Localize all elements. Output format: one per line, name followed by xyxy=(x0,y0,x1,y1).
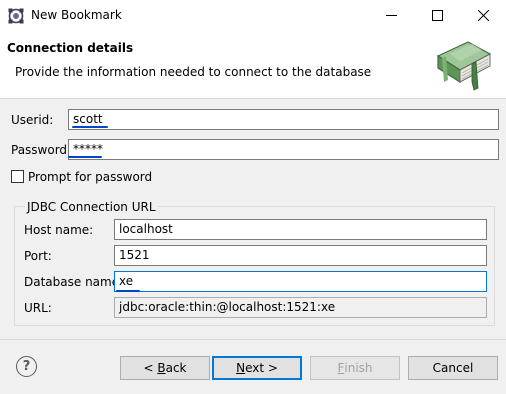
password-label: Password: xyxy=(11,143,72,157)
footer-separator xyxy=(0,339,506,340)
page-title: Connection details xyxy=(7,41,134,55)
jdbc-group-label: JDBC Connection URL xyxy=(25,200,158,214)
close-icon xyxy=(477,10,489,21)
minimize-button[interactable] xyxy=(368,0,414,31)
prompt-for-password-checkbox[interactable] xyxy=(11,170,24,183)
app-icon xyxy=(8,8,24,24)
password-field[interactable]: ***** xyxy=(68,139,499,160)
spellcheck-underline xyxy=(68,156,102,158)
spellcheck-underline xyxy=(72,126,108,128)
database-name-label: Database name: xyxy=(24,275,124,289)
back-button[interactable]: < Back xyxy=(120,356,210,380)
port-field[interactable]: 1521 xyxy=(114,245,487,266)
help-icon[interactable]: ? xyxy=(16,356,37,377)
maximize-button[interactable] xyxy=(414,0,460,31)
host-name-label: Host name: xyxy=(24,223,94,237)
port-label: Port: xyxy=(24,249,52,263)
url-label: URL: xyxy=(24,301,52,315)
cancel-button[interactable]: Cancel xyxy=(408,356,498,380)
spellcheck-underline xyxy=(116,290,140,292)
userid-label: Userid: xyxy=(11,113,54,127)
window-title: New Bookmark xyxy=(31,8,122,22)
title-bar: New Bookmark xyxy=(0,0,506,31)
url-field: jdbc:oracle:thin:@localhost:1521:xe xyxy=(114,297,487,318)
host-name-field[interactable]: localhost xyxy=(114,219,487,240)
database-name-field[interactable]: xe xyxy=(114,271,487,292)
back-button-prefix: < xyxy=(143,361,158,375)
book-icon xyxy=(436,41,492,91)
new-bookmark-dialog: New Bookmark Connection details Provide … xyxy=(0,0,506,394)
finish-button-mnemonic: F xyxy=(337,361,345,375)
back-button-mnemonic: B xyxy=(157,361,166,375)
finish-button-rest: inish xyxy=(344,361,373,375)
minimize-icon xyxy=(385,15,397,16)
next-button[interactable]: Next > xyxy=(212,356,302,380)
userid-field[interactable]: scott xyxy=(68,109,499,130)
header-banner: Connection details Provide the informati… xyxy=(0,31,506,99)
next-button-rest: ext > xyxy=(245,361,278,375)
back-button-rest: ack xyxy=(165,361,187,375)
prompt-for-password-label[interactable]: Prompt for password xyxy=(28,170,152,184)
finish-button[interactable]: Finish xyxy=(310,356,400,380)
close-button[interactable] xyxy=(460,0,506,31)
maximize-icon xyxy=(431,10,443,21)
next-button-mnemonic: N xyxy=(236,361,246,375)
page-description: Provide the information needed to connec… xyxy=(15,65,372,79)
